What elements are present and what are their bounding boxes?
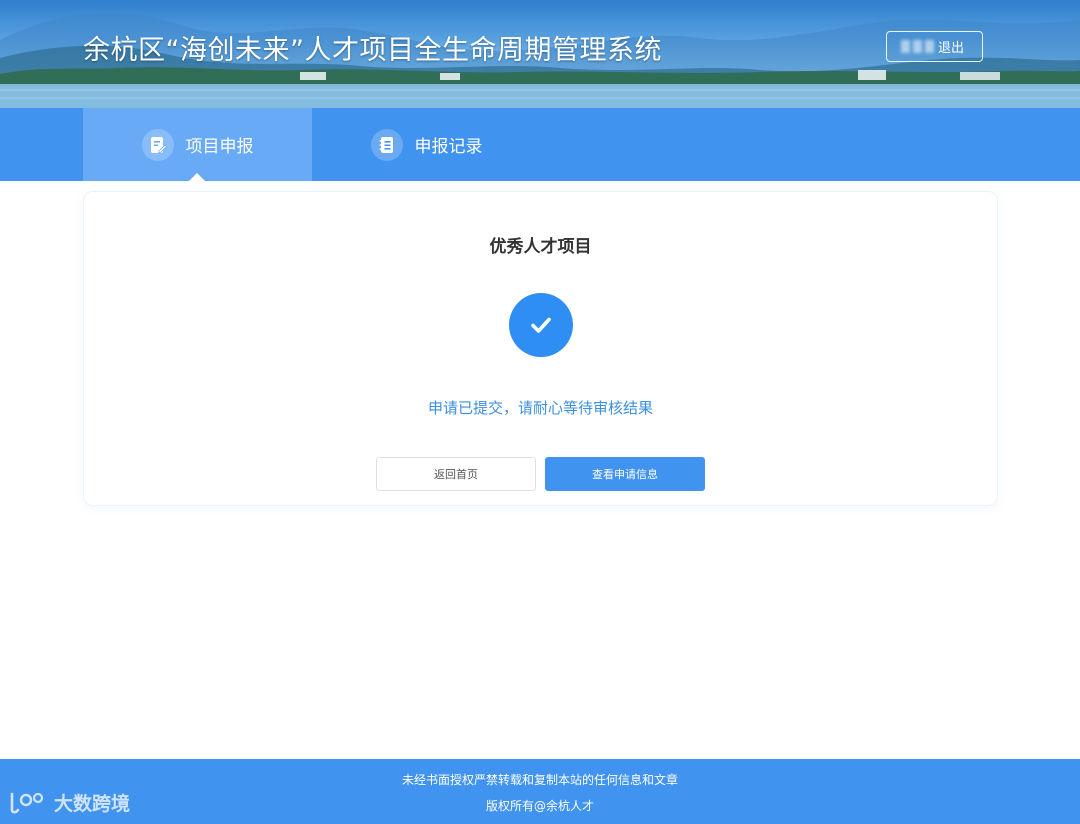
copyright-owner: 版权所有@余杭人才	[485, 799, 594, 813]
blurred-username	[901, 40, 934, 53]
project-title: 优秀人才项目	[489, 237, 592, 257]
tab-label: 项目申报	[185, 137, 254, 157]
back-home-button[interactable]: 返回首页	[376, 457, 536, 491]
watermark: 大数跨境	[8, 789, 130, 816]
edit-document-icon	[141, 128, 174, 161]
user-logout-box[interactable]: 退出	[886, 31, 983, 62]
check-circle-icon	[509, 293, 573, 357]
page-footer: 未经书面授权严禁转载和复制本站的任何信息和文章 版权所有@余杭人才 大数跨境	[0, 759, 1080, 824]
main-nav: 项目申报 申报记录	[0, 108, 1080, 181]
view-application-button[interactable]: 查看申请信息	[545, 457, 705, 491]
copyright-notice: 未经书面授权严禁转载和复制本站的任何信息和文章	[401, 773, 678, 787]
watermark-text: 大数跨境	[54, 793, 131, 815]
tab-label: 申报记录	[414, 137, 483, 157]
result-card: 优秀人才项目 申请已提交，请耐心等待审核结果 返回首页 查看申请信息	[83, 191, 998, 506]
tab-apply-records[interactable]: 申报记录	[312, 108, 541, 181]
tab-project-apply[interactable]: 项目申报	[83, 108, 312, 181]
header-banner: 余杭区“海创未来”人才项目全生命周期管理系统 退出	[0, 0, 1080, 108]
submission-status-text: 申请已提交，请耐心等待审核结果	[427, 399, 653, 417]
logout-button[interactable]: 退出	[938, 37, 964, 56]
notebook-list-icon	[370, 128, 403, 161]
active-tab-indicator	[189, 173, 205, 181]
system-title: 余杭区“海创未来”人才项目全生命周期管理系统	[83, 35, 662, 66]
watermark-logo-icon	[10, 792, 44, 814]
